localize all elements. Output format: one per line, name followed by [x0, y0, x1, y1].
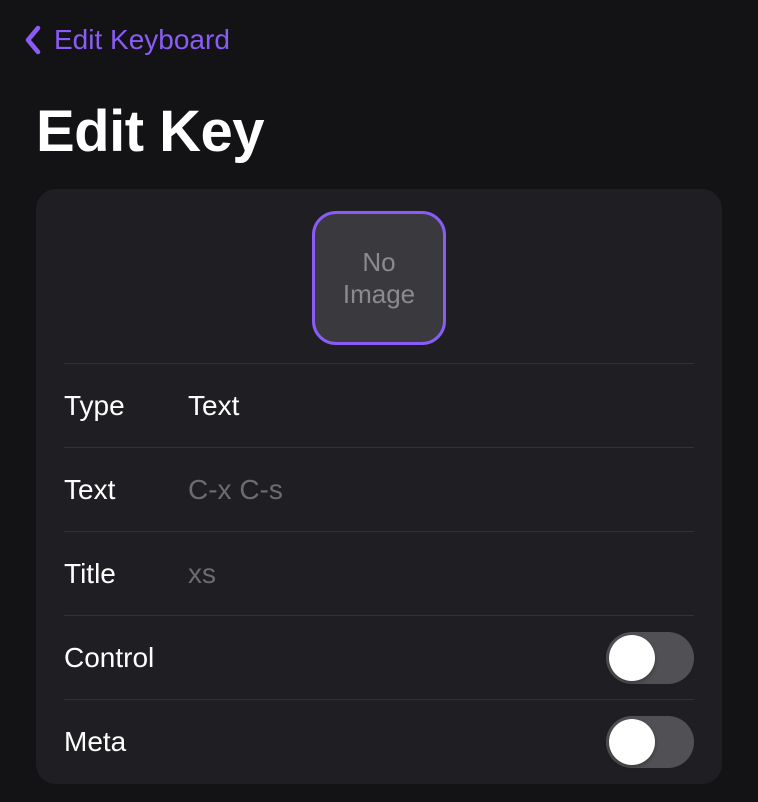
type-label: Type: [64, 390, 188, 422]
type-row[interactable]: Type Text: [64, 364, 694, 448]
control-toggle[interactable]: [606, 632, 694, 684]
control-label: Control: [64, 642, 154, 674]
page-title: Edit Key: [0, 68, 758, 189]
nav-back-button[interactable]: Edit Keyboard: [0, 0, 758, 68]
text-label: Text: [64, 474, 188, 506]
title-label: Title: [64, 558, 188, 590]
control-row: Control: [64, 616, 694, 700]
text-field[interactable]: C-x C-s: [188, 474, 283, 506]
title-row[interactable]: Title xs: [64, 532, 694, 616]
image-row: No Image: [64, 189, 694, 364]
title-field[interactable]: xs: [188, 558, 216, 590]
chevron-left-icon: [24, 25, 42, 55]
settings-card: No Image Type Text Text C-x C-s Title xs…: [36, 189, 722, 784]
image-placeholder-text: No Image: [343, 246, 415, 311]
nav-back-label: Edit Keyboard: [54, 24, 230, 56]
meta-label: Meta: [64, 726, 126, 758]
meta-toggle[interactable]: [606, 716, 694, 768]
toggle-knob: [609, 719, 655, 765]
toggle-knob: [609, 635, 655, 681]
type-value: Text: [188, 390, 239, 422]
key-image-picker[interactable]: No Image: [312, 211, 446, 345]
meta-row: Meta: [64, 700, 694, 784]
text-row[interactable]: Text C-x C-s: [64, 448, 694, 532]
